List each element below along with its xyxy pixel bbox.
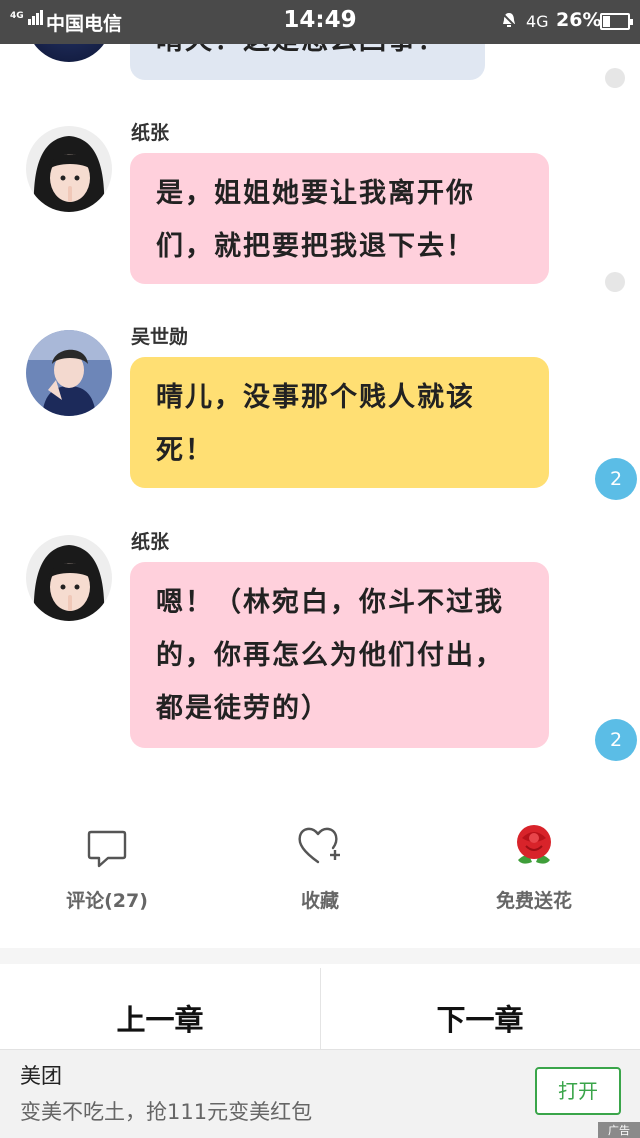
section-divider [0,948,640,964]
network-type: 4G [526,12,549,31]
unread-dot [605,68,625,88]
chat-area: 晴天！这是怎么回事！ 纸张 是，姐姐她要让我离开你们，就把要把我退下去！ 吴世勋 [0,0,640,790]
rose-icon [454,820,614,870]
ad-banner[interactable]: 美团 变美不吃土，抢111元变美红包 打开 广告 [0,1049,640,1138]
author-name: 吴世勋 [131,326,189,348]
comment-button[interactable]: 评论(27) [27,820,187,913]
comment-icon [27,820,187,870]
comment-label: 评论(27) [66,890,148,912]
favorite-button[interactable]: 收藏 [240,820,400,913]
message-bubble: 嗯！（林宛白，你斗不过我的，你再怎么为他们付出，都是徒劳的） [130,562,549,748]
send-flower-label: 免费送花 [495,890,572,912]
send-flower-button[interactable]: 免费送花 [454,820,614,913]
reply-count-badge[interactable]: 2 [595,719,637,761]
status-bar: 4G 中国电信 14:49 4G 26% [0,0,640,44]
ad-title: 美团 [20,1064,62,1088]
boy-avatar-icon [26,330,112,416]
message-text: 嗯！（林宛白，你斗不过我的，你再怎么为他们付出，都是徒劳的） [156,587,504,724]
author-avatar-boy[interactable] [26,330,112,416]
battery-icon [600,13,633,30]
reply-count-badge[interactable]: 2 [595,458,637,500]
message-text: 是，姐姐她要让我离开你们，就把要把我退下去！ [156,178,475,262]
author-name: 纸张 [131,531,170,553]
message-bubble: 晴儿，没事那个贱人就该死！ [130,357,549,488]
battery-percent: 26% [556,9,602,31]
girl-avatar-icon [26,126,112,212]
message-text: 晴儿，没事那个贱人就该死！ [156,382,475,466]
mute-bell-icon [500,11,518,34]
author-avatar-girl[interactable] [26,126,112,212]
girl-avatar-icon [26,535,112,621]
heart-add-icon [240,820,400,870]
author-name: 纸张 [131,122,170,144]
favorite-label: 收藏 [300,890,339,912]
ad-description: 变美不吃土，抢111元变美红包 [20,1100,313,1124]
author-avatar-girl[interactable] [26,535,112,621]
message-bubble: 是，姐姐她要让我离开你们，就把要把我退下去！ [130,153,549,284]
unread-dot [605,272,625,292]
action-row: 评论(27) 收藏 免费送花 [0,820,640,930]
ad-tag: 广告 [598,1122,640,1138]
ad-open-button[interactable]: 打开 [535,1067,621,1115]
